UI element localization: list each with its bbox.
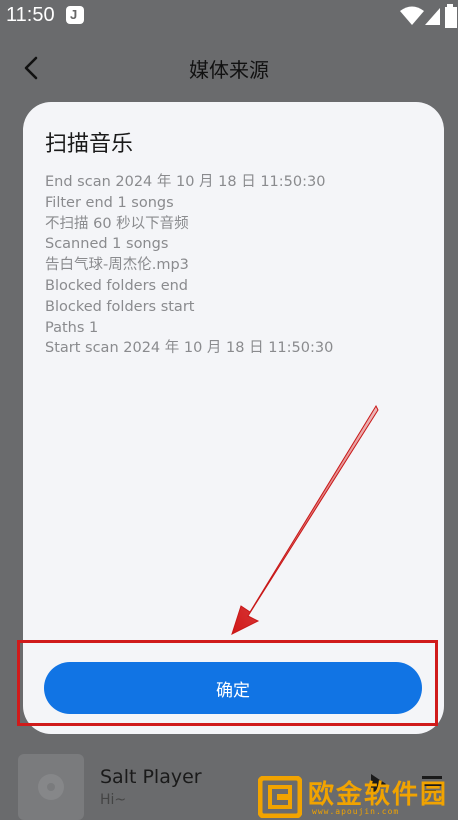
- watermark-url: www.apoujin.com: [312, 807, 400, 816]
- wifi-icon: [400, 6, 424, 25]
- dialog-title: 扫描音乐: [45, 132, 134, 157]
- log-line: 告白气球-周杰伦.mp3: [45, 257, 189, 274]
- signal-icon: [425, 8, 440, 25]
- log-line: 不扫描 60 秒以下音频: [45, 215, 189, 232]
- page-title: 媒体来源: [189, 58, 269, 82]
- status-bar: 11:50 J: [0, 0, 458, 32]
- site-watermark: 欧金软件园 www.apoujin.com: [258, 774, 458, 820]
- status-time: 11:50: [6, 4, 55, 26]
- header: 媒体来源: [0, 40, 458, 96]
- log-line: Start scan 2024 年 10 月 18 日 11:50:30: [45, 340, 334, 357]
- log-line: End scan 2024 年 10 月 18 日 11:50:30: [45, 174, 326, 190]
- battery-icon: [445, 4, 457, 28]
- album-cover: [18, 754, 84, 820]
- log-line: Scanned 1 songs: [45, 236, 169, 253]
- scan-log: End scan 2024 年 10 月 18 日 11:50:30 Filte…: [45, 172, 425, 359]
- log-line: Blocked folders end: [45, 277, 189, 294]
- notification-app-icon: J: [66, 6, 84, 24]
- annotation-highlight-box: [17, 640, 438, 726]
- watermark-logo-icon: [258, 776, 302, 818]
- log-line: Paths 1: [45, 319, 99, 336]
- watermark-text: 欧金软件园: [308, 780, 449, 810]
- log-line: Filter end 1 songs: [45, 194, 174, 211]
- notification-app-letter: J: [70, 7, 78, 22]
- now-playing-title: Salt Player: [100, 766, 202, 788]
- log-line: Blocked folders start: [45, 298, 195, 315]
- disc-icon: [38, 774, 64, 800]
- now-playing-subtitle: Hi~: [100, 792, 127, 808]
